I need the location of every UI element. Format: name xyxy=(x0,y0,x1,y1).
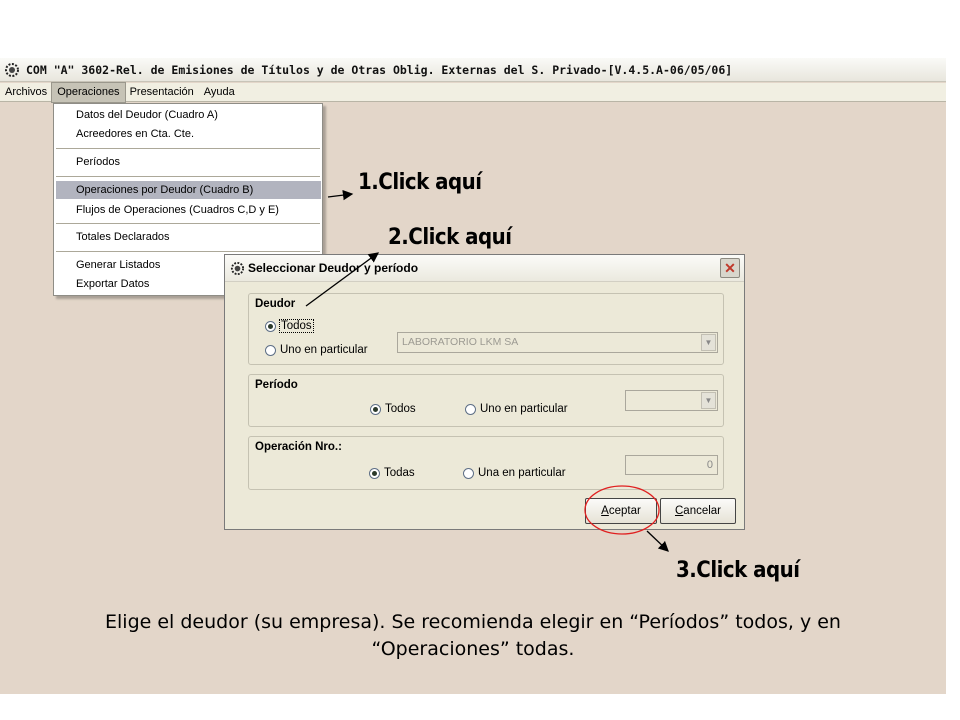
periodo-combo[interactable]: ▼ xyxy=(625,390,718,411)
window-titlebar: COM "A" 3602-Rel. de Emisiones de Título… xyxy=(0,58,946,82)
accept-mnemonic: A xyxy=(601,505,609,517)
deudor-label: Deudor xyxy=(255,298,296,310)
caption-line1: Elige el deudor (su empresa). Se recomie… xyxy=(105,611,841,633)
dialog-titlebar: Seleccionar Deudor y período xyxy=(225,255,744,282)
operacion-one-radio[interactable]: Una en particular xyxy=(463,467,566,479)
accept-button[interactable]: Aceptar xyxy=(585,498,657,524)
dialog-gear-icon xyxy=(230,261,245,275)
radio-selected-icon xyxy=(370,403,381,415)
radio-selected-icon xyxy=(369,467,380,479)
operacion-number-field[interactable]: 0 xyxy=(625,455,718,475)
chevron-down-icon[interactable]: ▼ xyxy=(701,334,716,351)
deudor-all-label: Todos xyxy=(279,319,314,333)
operacion-group: Operación Nro.: Todas Una en particular … xyxy=(248,436,724,490)
cancel-button[interactable]: Cancelar xyxy=(660,498,736,524)
periodo-one-label: Uno en particular xyxy=(480,403,568,415)
menu-item-operaciones-deudor[interactable]: Operaciones por Deudor (Cuadro B) xyxy=(56,181,321,199)
menu-ayuda[interactable]: Ayuda xyxy=(199,83,240,102)
deudor-all-radio[interactable]: Todos xyxy=(265,319,314,333)
periodo-one-radio[interactable]: Uno en particular xyxy=(465,403,568,415)
menu-item-acreedores[interactable]: Acreedores en Cta. Cte. xyxy=(56,125,321,143)
menu-separator xyxy=(56,148,320,149)
menu-item-flujos[interactable]: Flujos de Operaciones (Cuadros C,D y E) xyxy=(56,201,321,219)
menubar: Archivos Operaciones Presentación Ayuda xyxy=(0,81,946,103)
menu-item-periodos[interactable]: Períodos xyxy=(56,153,321,171)
step3-annotation: 3.Click aquí xyxy=(676,558,800,583)
menu-operaciones[interactable]: Operaciones xyxy=(51,81,126,103)
menu-presentacion[interactable]: Presentación xyxy=(125,83,199,102)
periodo-label: Período xyxy=(255,379,298,391)
deudor-one-radio[interactable]: Uno en particular xyxy=(265,344,368,356)
deudor-combo-value: LABORATORIO LKM SA xyxy=(402,336,519,348)
radio-empty-icon xyxy=(265,344,276,356)
periodo-all-label: Todos xyxy=(385,403,416,415)
deudor-one-label: Uno en particular xyxy=(280,344,368,356)
window-title: COM "A" 3602-Rel. de Emisiones de Título… xyxy=(26,62,733,77)
radio-empty-icon xyxy=(465,403,476,415)
menu-archivos[interactable]: Archivos xyxy=(0,83,52,102)
accept-label: ceptar xyxy=(608,505,641,517)
step2-annotation: 2.Click aquí xyxy=(388,225,512,250)
menu-separator xyxy=(56,251,320,252)
menu-separator xyxy=(56,223,320,224)
dialog-title: Seleccionar Deudor y período xyxy=(248,261,419,275)
menu-separator xyxy=(56,176,320,177)
radio-empty-icon xyxy=(463,467,474,479)
step1-annotation: 1.Click aquí xyxy=(358,170,482,195)
operacion-all-radio[interactable]: Todas xyxy=(369,467,415,479)
menu-item-datos-deudor[interactable]: Datos del Deudor (Cuadro A) xyxy=(56,106,321,124)
periodo-all-radio[interactable]: Todos xyxy=(370,403,416,415)
operacion-all-label: Todas xyxy=(384,467,415,479)
caption: Elige el deudor (su empresa). Se recomie… xyxy=(30,609,916,663)
close-icon[interactable]: ✕ xyxy=(720,258,740,278)
caption-line2: “Operaciones” todas. xyxy=(371,638,575,660)
deudor-group: Deudor Todos Uno en particular LABORATOR… xyxy=(248,293,724,365)
operacion-one-label: Una en particular xyxy=(478,467,566,479)
select-debtor-dialog: Seleccionar Deudor y período ✕ Deudor To… xyxy=(224,254,745,530)
operacion-label: Operación Nro.: xyxy=(255,441,342,453)
chevron-down-icon[interactable]: ▼ xyxy=(701,392,716,409)
menu-item-totales[interactable]: Totales Declarados xyxy=(56,228,321,246)
app-gear-icon xyxy=(5,62,19,77)
cancel-label: ancelar xyxy=(683,505,722,517)
radio-selected-icon xyxy=(265,320,276,332)
periodo-group: Período Todos Uno en particular ▼ xyxy=(248,374,724,427)
deudor-combo[interactable]: LABORATORIO LKM SA ▼ xyxy=(397,332,718,353)
